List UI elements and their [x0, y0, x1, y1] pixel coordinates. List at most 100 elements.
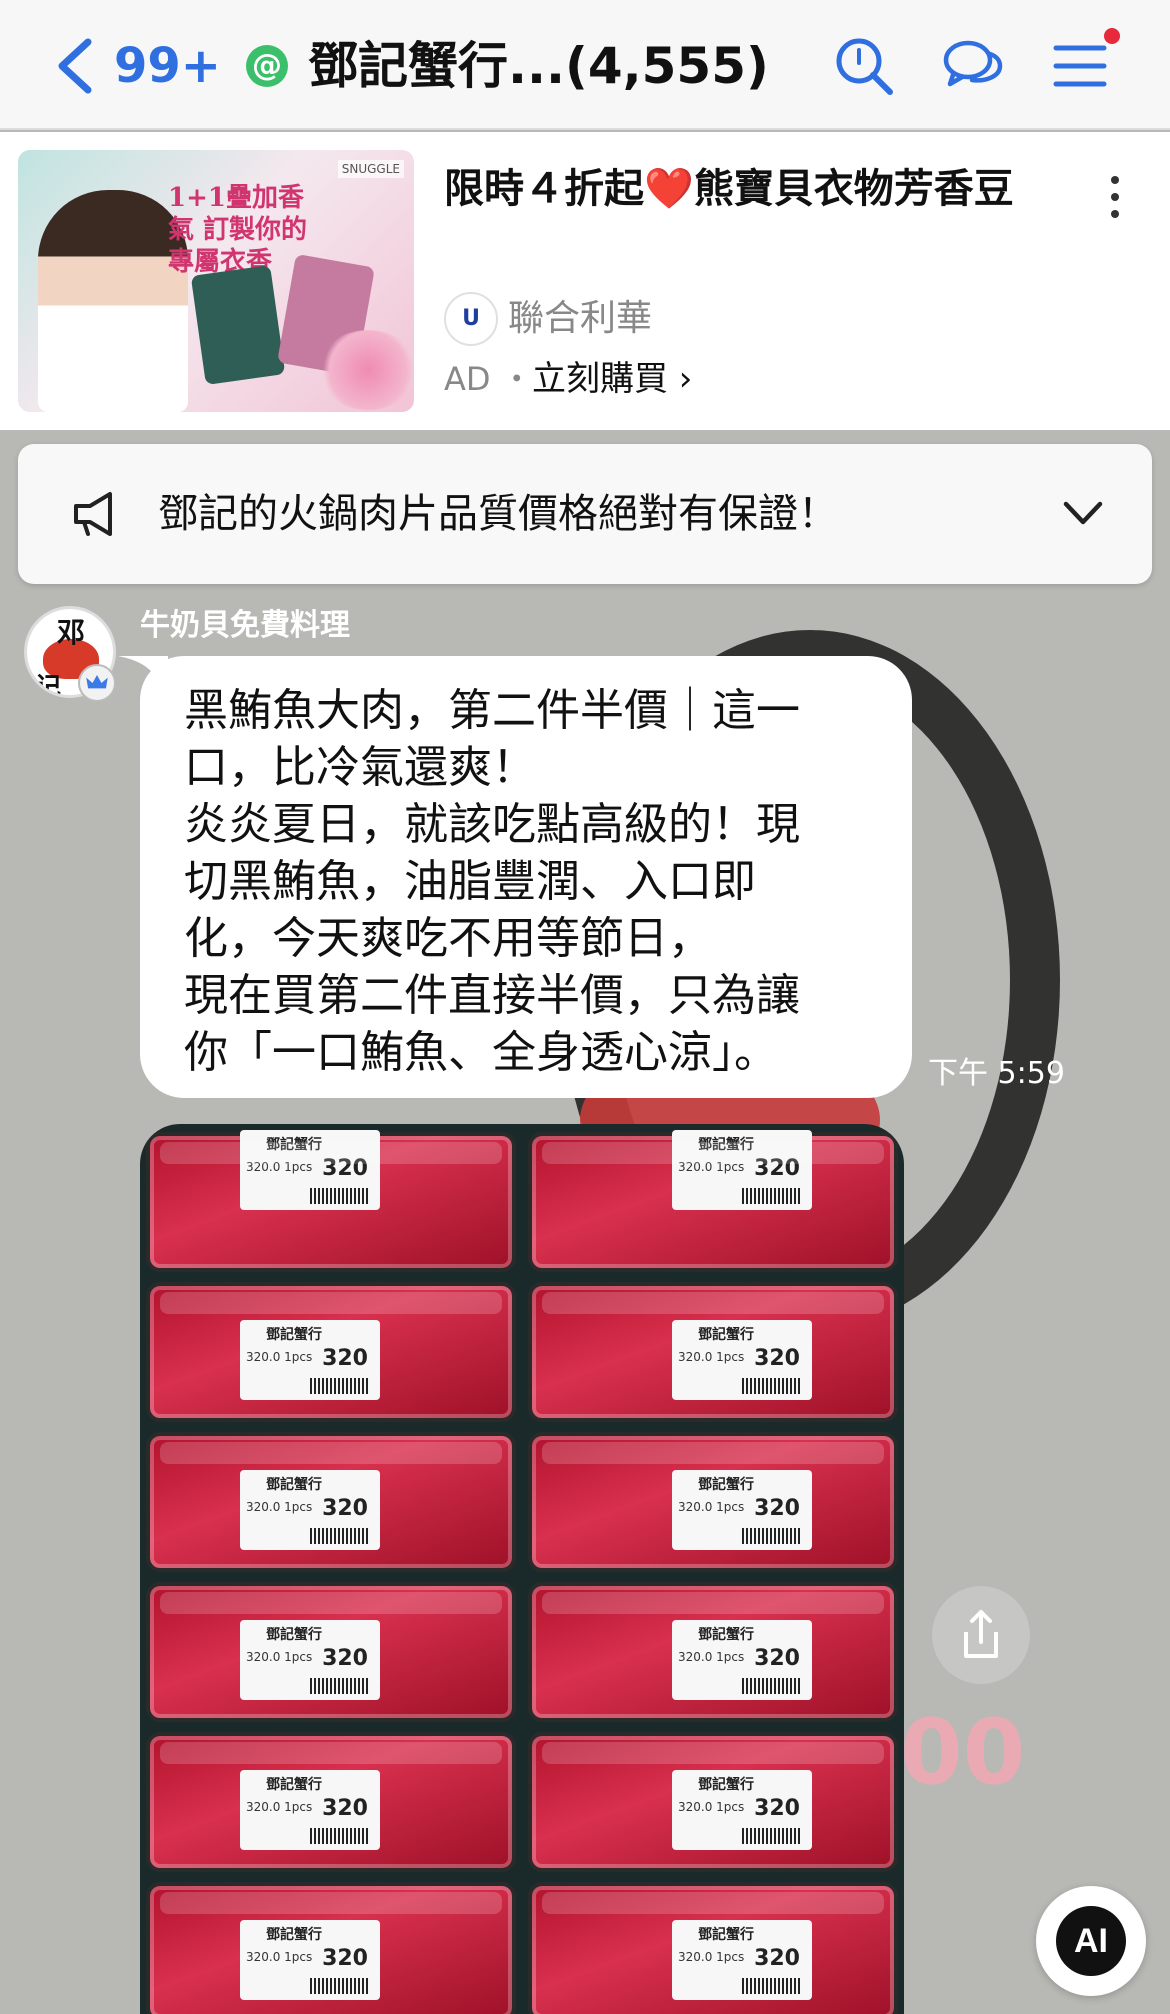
price-label-detail: 320.0 1pcs: [246, 1500, 313, 1514]
price-label-store: 鄧記蟹行: [266, 1927, 322, 1943]
chat-bubbles-icon[interactable]: [942, 34, 1006, 98]
barcode: [310, 1678, 370, 1694]
tuna-tray: 鄧記蟹行 320.0 1pcs 320: [146, 1582, 516, 1722]
tuna-tray: 鄧記蟹行 320.0 1pcs 320: [528, 1432, 898, 1572]
sender-name: 牛奶貝免費料理: [140, 608, 350, 643]
tuna-tray: 鄧記蟹行 320.0 1pcs 320: [146, 1882, 516, 2014]
price-label-store: 鄧記蟹行: [698, 1137, 754, 1153]
chat-header: 99+ @ 鄧記蟹行...(4,555): [0, 0, 1170, 130]
price-label-price: 320: [322, 1156, 368, 1181]
ad-flowers: [318, 330, 414, 410]
notification-dot: [1104, 28, 1120, 44]
ad-image[interactable]: 1+1疊加香氣 訂製你的專屬衣香 SNUGGLE: [18, 150, 414, 412]
price-label-detail: 320.0 1pcs: [678, 1160, 745, 1174]
tuna-tray: 鄧記蟹行 320.0 1pcs 320: [146, 1130, 516, 1272]
crown-icon: [78, 664, 116, 702]
ad-model-figure: [38, 190, 188, 412]
chevron-down-icon[interactable]: [1058, 488, 1108, 538]
price-label: 鄧記蟹行 320.0 1pcs 320: [672, 1320, 812, 1400]
ad-banner[interactable]: 1+1疊加香氣 訂製你的專屬衣香 SNUGGLE 限時４折起❤️熊寶貝衣物芳香豆…: [0, 132, 1170, 430]
price-label: 鄧記蟹行 320.0 1pcs 320: [240, 1770, 380, 1850]
barcode: [742, 1678, 802, 1694]
price-label-price: 320: [322, 1946, 368, 1971]
back-arrow-icon[interactable]: [52, 36, 96, 96]
price-label-store: 鄧記蟹行: [698, 1327, 754, 1343]
message-bubble[interactable]: 黑鮪魚大肉，第二件半價｜這一 口，比冷氣還爽！ 炎炎夏日，就該吃點高級的！現 切…: [140, 656, 912, 1098]
price-label-price: 320: [754, 1156, 800, 1181]
tray-row: 鄧記蟹行 320.0 1pcs 320 鄧記蟹行 320.0 1pcs 320: [140, 1574, 904, 1724]
price-label-store: 鄧記蟹行: [698, 1777, 754, 1793]
price-label: 鄧記蟹行 320.0 1pcs 320: [240, 1130, 380, 1210]
unread-count[interactable]: 99+: [114, 36, 221, 96]
tray-row: 鄧記蟹行 320.0 1pcs 320 鄧記蟹行 320.0 1pcs 320: [140, 1874, 904, 2014]
avatar-char-top: 邓: [57, 616, 86, 649]
price-label-store: 鄧記蟹行: [266, 1777, 322, 1793]
price-label-store: 鄧記蟹行: [266, 1627, 322, 1643]
tuna-tray: 鄧記蟹行 320.0 1pcs 320: [146, 1282, 516, 1422]
buy-now-link[interactable]: 立刻購買 ›: [532, 354, 692, 404]
price-label: 鄧記蟹行 320.0 1pcs 320: [672, 1130, 812, 1210]
price-label-detail: 320.0 1pcs: [678, 1500, 745, 1514]
barcode: [310, 1188, 370, 1204]
ad-title-part1: 限時４折起: [444, 166, 644, 212]
price-label-store: 鄧記蟹行: [698, 1927, 754, 1943]
tuna-tray: 鄧記蟹行 320.0 1pcs 320: [528, 1130, 898, 1272]
barcode: [310, 1978, 370, 1994]
price-label-detail: 320.0 1pcs: [678, 1650, 745, 1664]
megaphone-icon: [74, 492, 112, 536]
tuna-tray: 鄧記蟹行 320.0 1pcs 320: [146, 1432, 516, 1572]
more-options-icon[interactable]: [1100, 172, 1130, 222]
message-text: 黑鮪魚大肉，第二件半價｜這一 口，比冷氣還爽！ 炎炎夏日，就該吃點高級的！現 切…: [184, 685, 800, 1078]
message-time: 下午 5:59: [928, 1056, 1065, 1091]
chat-title[interactable]: 鄧記蟹行...(4,555): [308, 34, 769, 98]
tuna-tray: 鄧記蟹行 320.0 1pcs 320: [528, 1282, 898, 1422]
tray-row: 鄧記蟹行 320.0 1pcs 320 鄧記蟹行 320.0 1pcs 320: [140, 1274, 904, 1424]
message-photo[interactable]: 鄧記蟹行 320.0 1pcs 320 鄧記蟹行 320.0 1pcs 320 鄧記蟹行 32…: [140, 1124, 904, 2014]
price-label-store: 鄧記蟹行: [266, 1137, 322, 1153]
barcode: [742, 1828, 802, 1844]
share-icon: [964, 1610, 998, 1658]
ad-title[interactable]: 限時４折起❤️熊寶貝衣物芳香豆: [444, 162, 1044, 216]
ai-button-label: AI: [1056, 1906, 1126, 1976]
ad-title-part2: 熊寶貝衣物芳香豆: [693, 166, 1014, 212]
price-label-store: 鄧記蟹行: [266, 1477, 322, 1493]
barcode: [310, 1378, 370, 1394]
ad-advertiser-name: 聯合利華: [508, 298, 653, 339]
price-label-price: 320: [322, 1346, 368, 1371]
barcode: [310, 1828, 370, 1844]
advertiser-logo: U: [444, 292, 498, 346]
official-account-icon: @: [246, 45, 288, 87]
announcement-bar[interactable]: 鄧記的火鍋肉片品質價格絕對有保證！: [18, 444, 1152, 584]
price-label-detail: 320.0 1pcs: [678, 1350, 745, 1364]
price-label: 鄧記蟹行 320.0 1pcs 320: [672, 1620, 812, 1700]
price-label: 鄧記蟹行 320.0 1pcs 320: [672, 1470, 812, 1550]
heart-icon: ❤️: [644, 166, 694, 212]
price-label-detail: 320.0 1pcs: [678, 1950, 745, 1964]
barcode: [742, 1528, 802, 1544]
price-label-detail: 320.0 1pcs: [246, 1950, 313, 1964]
price-label-price: 320: [322, 1796, 368, 1821]
avatar-char-bottom: 记: [35, 673, 62, 698]
share-button[interactable]: [932, 1586, 1030, 1684]
tray-row: 鄧記蟹行 320.0 1pcs 320 鄧記蟹行 320.0 1pcs 320: [140, 1124, 904, 1274]
ad-label: AD ・: [444, 360, 533, 398]
price-label-store: 鄧記蟹行: [266, 1327, 322, 1343]
tuna-tray: 鄧記蟹行 320.0 1pcs 320: [528, 1582, 898, 1722]
tray-row: 鄧記蟹行 320.0 1pcs 320 鄧記蟹行 320.0 1pcs 320: [140, 1724, 904, 1874]
barcode: [742, 1188, 802, 1204]
price-label-detail: 320.0 1pcs: [678, 1800, 745, 1814]
barcode: [742, 1378, 802, 1394]
price-label: 鄧記蟹行 320.0 1pcs 320: [240, 1920, 380, 2000]
price-label-price: 320: [754, 1496, 800, 1521]
search-icon[interactable]: [832, 34, 896, 98]
tuna-tray: 鄧記蟹行 320.0 1pcs 320: [528, 1882, 898, 2014]
price-label: 鄧記蟹行 320.0 1pcs 320: [672, 1770, 812, 1850]
ad-image-brand: SNUGGLE: [337, 160, 404, 178]
tuna-tray: 鄧記蟹行 320.0 1pcs 320: [146, 1732, 516, 1872]
menu-icon[interactable]: [1050, 34, 1114, 98]
price-label-detail: 320.0 1pcs: [246, 1350, 313, 1364]
ai-assistant-button[interactable]: AI: [1036, 1886, 1146, 1996]
price-label-store: 鄧記蟹行: [698, 1477, 754, 1493]
background-decoration-text: 00: [900, 1700, 1026, 1805]
price-label-price: 320: [322, 1646, 368, 1671]
